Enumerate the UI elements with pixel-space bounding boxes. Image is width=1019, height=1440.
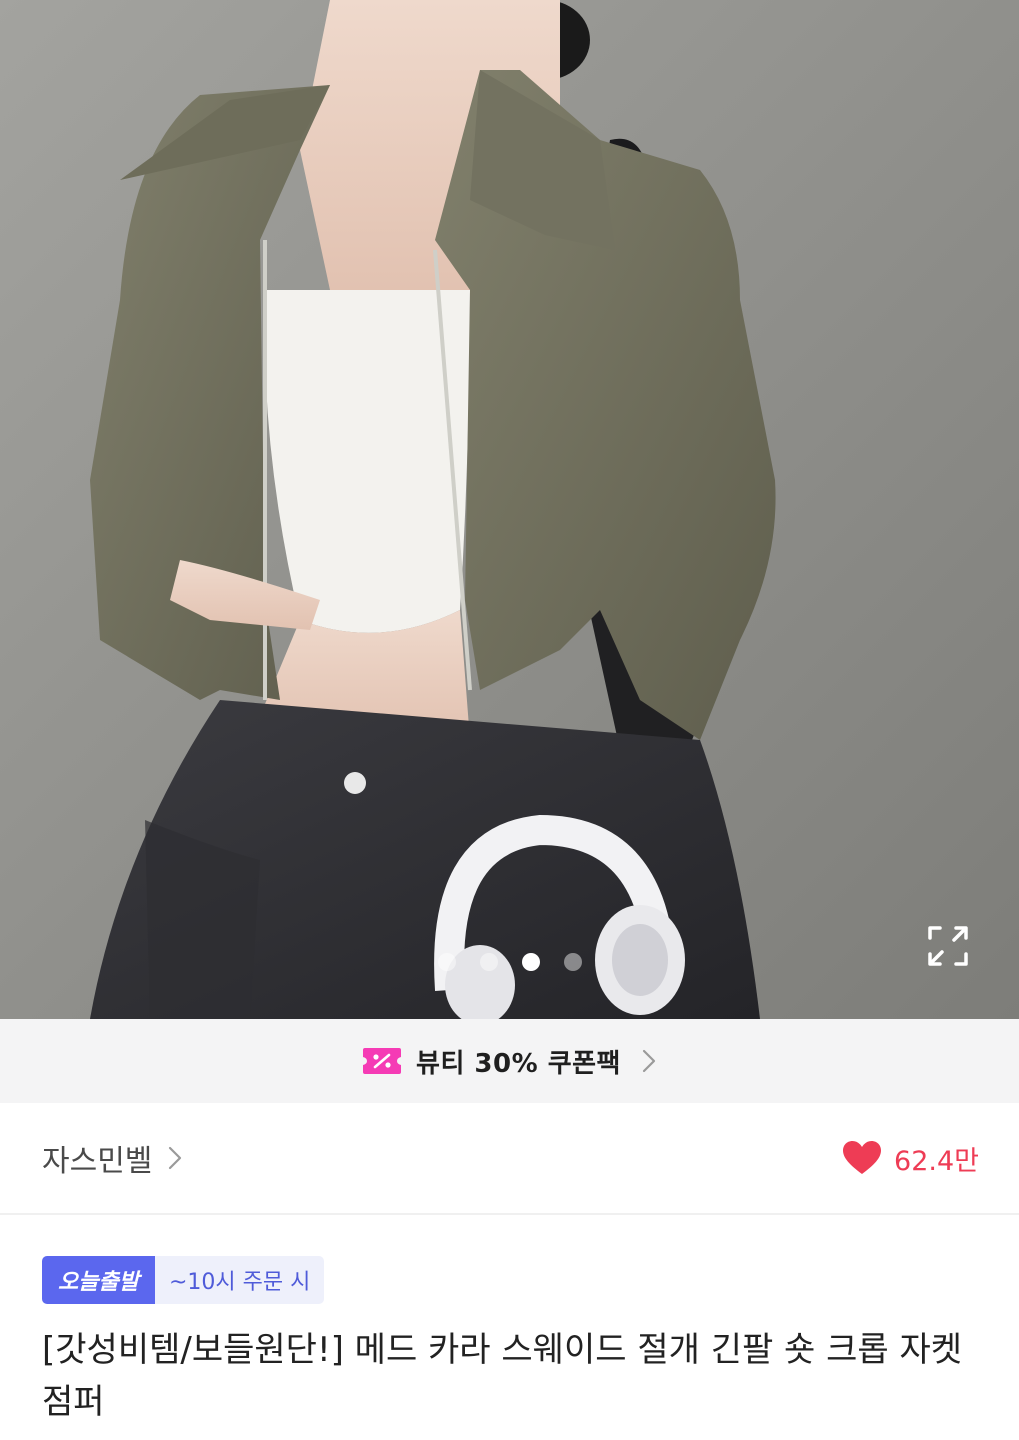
carousel-indicators xyxy=(0,953,1019,973)
store-link[interactable]: 자스민벨 xyxy=(42,1136,182,1180)
product-image-carousel[interactable] xyxy=(0,0,1019,1019)
chevron-right-icon xyxy=(169,1146,182,1170)
carousel-dot-active[interactable] xyxy=(521,953,540,971)
product-title: [갓성비템/보들원단!] 메드 카라 스웨이드 절개 긴팔 숏 크롭 자켓 점퍼 xyxy=(42,1330,963,1422)
expand-icon xyxy=(928,926,968,966)
product-photo xyxy=(0,0,1019,1019)
like-count: 62.4만 xyxy=(894,1145,979,1177)
delivery-badges: 오늘출발 ~10시 주문 시 xyxy=(42,1256,325,1304)
today-shipping-badge: 오늘출발 xyxy=(42,1256,155,1304)
coupon-banner[interactable]: 뷰티 30% 쿠폰팩 xyxy=(0,1019,1019,1103)
chevron-right-icon xyxy=(642,1049,656,1073)
like-button[interactable]: 62.4만 xyxy=(842,1139,979,1178)
carousel-dot[interactable] xyxy=(437,953,456,971)
carousel-dot[interactable] xyxy=(563,953,582,971)
coupon-percent-icon xyxy=(363,1048,402,1074)
carousel-dot[interactable] xyxy=(479,953,498,971)
heart-icon xyxy=(843,1141,882,1174)
order-cutoff-badge: ~10시 주문 시 xyxy=(154,1256,325,1304)
store-row: 자스민벨 62.4만 xyxy=(0,1103,1019,1215)
expand-button[interactable] xyxy=(924,922,972,970)
store-name: 자스민벨 xyxy=(42,1144,153,1179)
coupon-label: 뷰티 30% 쿠폰팩 xyxy=(416,1048,621,1079)
